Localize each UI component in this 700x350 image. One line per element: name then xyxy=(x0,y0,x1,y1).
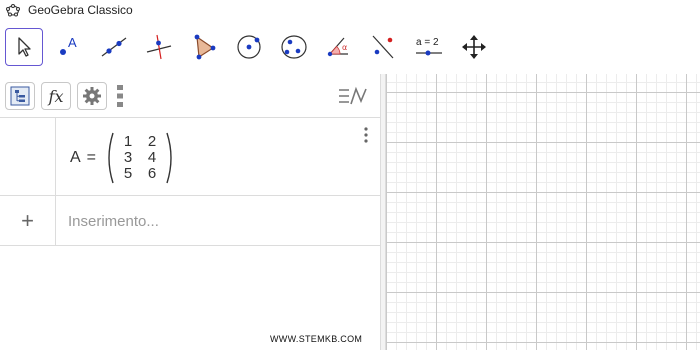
watermark: WWW.STEMKB.COM xyxy=(270,334,363,344)
geogebra-logo-icon xyxy=(6,4,20,17)
angle-icon: α xyxy=(327,37,348,57)
svg-text:α: α xyxy=(342,43,347,52)
algebra-view-toggle-icon xyxy=(10,86,30,106)
right-paren xyxy=(166,132,172,184)
drag-handle-icon xyxy=(117,85,123,107)
settings-gear-icon xyxy=(83,87,101,105)
reflect-icon xyxy=(372,35,394,59)
function-icon: fx xyxy=(48,86,64,106)
ellipse-tool-button[interactable] xyxy=(275,28,313,66)
slider-tool-button[interactable]: a = 2 xyxy=(410,28,448,66)
matrix-cell: 2 xyxy=(147,133,157,150)
angle-tool-button[interactable]: α xyxy=(320,28,358,66)
window-title: GeoGebra Classico xyxy=(28,3,133,17)
perpendicular-line-icon xyxy=(146,34,172,60)
title-bar: GeoGebra Classico xyxy=(0,0,700,20)
polygon-tool-button[interactable] xyxy=(185,28,223,66)
perpendicular-tool-button[interactable] xyxy=(140,28,178,66)
keyboard-toggle-icon xyxy=(339,86,367,105)
point-icon: A xyxy=(60,35,77,55)
algebra-view: fx A = 1 2 3 4 5 6 + Inserimento... xyxy=(0,74,380,350)
graphics-view[interactable] xyxy=(386,74,700,350)
add-input-button[interactable]: + xyxy=(0,196,56,246)
toolbar: A α a = 2 xyxy=(0,20,700,74)
more-options-icon[interactable] xyxy=(362,126,370,144)
left-paren xyxy=(108,132,114,184)
keyboard-toggle-button[interactable] xyxy=(336,82,372,110)
move-tool-button[interactable] xyxy=(5,28,43,66)
matrix-name: A xyxy=(70,149,81,166)
matrix-cell: 4 xyxy=(147,149,157,166)
algebra-view-toggle-button[interactable] xyxy=(5,82,35,110)
svg-text:A: A xyxy=(68,35,77,50)
algebra-view-header: fx xyxy=(0,74,380,118)
move-graphics-view-icon xyxy=(462,35,486,59)
matrix-grid: 1 2 3 4 5 6 xyxy=(116,134,164,182)
algebra-row-matrix[interactable]: A = 1 2 3 4 5 6 xyxy=(0,118,380,196)
move-graphics-view-button[interactable] xyxy=(455,28,493,66)
polygon-icon xyxy=(194,34,216,60)
matrix-cell: 5 xyxy=(123,165,133,182)
reflect-tool-button[interactable] xyxy=(364,28,402,66)
matrix-cell: 3 xyxy=(123,149,133,166)
line-tool-button[interactable] xyxy=(95,28,133,66)
line-icon xyxy=(101,37,127,57)
algebra-input-row[interactable]: + Inserimento... xyxy=(0,196,380,246)
input-bar[interactable]: Inserimento... xyxy=(68,196,159,246)
matrix-expression[interactable]: A = 1 2 3 4 5 6 xyxy=(70,132,176,184)
point-tool-button[interactable]: A xyxy=(49,28,87,66)
function-button[interactable]: fx xyxy=(41,82,71,110)
circle-center-point-icon xyxy=(237,35,261,59)
visibility-toggle-column[interactable] xyxy=(0,118,56,195)
settings-button[interactable] xyxy=(77,82,107,110)
slider-label: a = 2 xyxy=(416,37,439,48)
equals-sign: = xyxy=(86,149,97,166)
move-arrow-icon xyxy=(18,37,31,57)
matrix-cell: 6 xyxy=(147,165,157,182)
ellipse-icon xyxy=(281,35,307,59)
slider-icon: a = 2 xyxy=(416,37,442,56)
matrix-cell: 1 xyxy=(123,133,133,150)
circle-tool-button[interactable] xyxy=(230,28,268,66)
drag-handle[interactable] xyxy=(112,82,128,110)
